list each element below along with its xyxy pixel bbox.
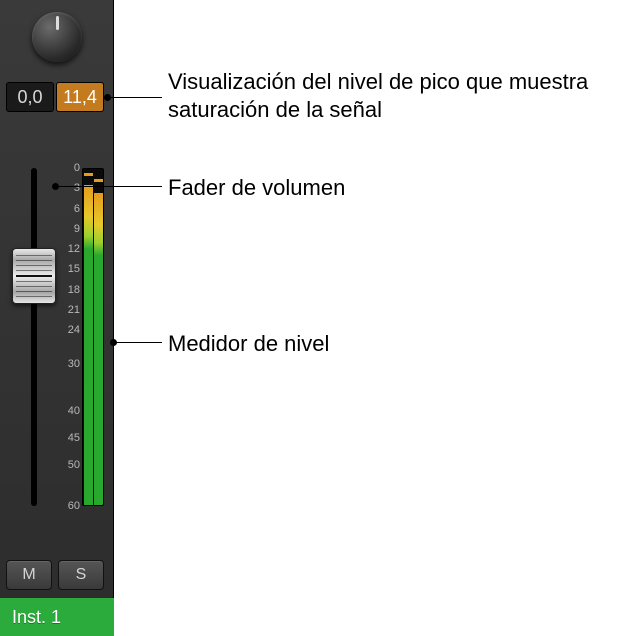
scale-21: 21 <box>68 304 80 316</box>
callout-meter: Medidor de nivel <box>168 330 329 358</box>
scale-15: 15 <box>68 263 80 275</box>
scale-40: 40 <box>68 405 80 417</box>
scale-30: 30 <box>68 358 80 370</box>
channel-strip: 0,0 11,4 0 3 6 9 12 15 18 21 24 30 40 45… <box>0 0 114 636</box>
meter-scale: 0 3 6 9 12 15 18 21 24 30 40 45 50 60 <box>58 168 80 506</box>
callout-peak: Visualización del nivel de pico que mues… <box>168 68 608 123</box>
mute-button[interactable]: M <box>6 560 52 590</box>
meter-bar-right <box>94 193 103 505</box>
mute-solo-row: M S <box>6 560 104 590</box>
scale-0: 0 <box>74 162 80 174</box>
level-meter <box>82 168 104 506</box>
scale-45: 45 <box>68 432 80 444</box>
meter-peak-right <box>94 179 103 182</box>
scale-3: 3 <box>74 182 80 194</box>
pan-knob[interactable] <box>32 12 82 62</box>
fader-cap[interactable] <box>12 248 56 304</box>
callout-fader: Fader de volumen <box>168 174 345 202</box>
scale-60: 60 <box>68 500 80 512</box>
solo-button[interactable]: S <box>58 560 104 590</box>
scale-9: 9 <box>74 223 80 235</box>
level-readouts: 0,0 11,4 <box>6 82 104 112</box>
volume-fader[interactable] <box>14 168 54 506</box>
scale-24: 24 <box>68 324 80 336</box>
scale-18: 18 <box>68 284 80 296</box>
peak-level-right-clipping[interactable]: 11,4 <box>56 82 104 112</box>
peak-level-left[interactable]: 0,0 <box>6 82 54 112</box>
callout-line-fader <box>56 186 162 187</box>
callout-line-meter <box>114 342 162 343</box>
scale-12: 12 <box>68 243 80 255</box>
fader-slot <box>31 168 37 506</box>
meter-peak-left <box>84 173 93 176</box>
track-name-label[interactable]: Inst. 1 <box>0 598 114 636</box>
scale-50: 50 <box>68 459 80 471</box>
meter-bar-left <box>84 185 93 505</box>
scale-6: 6 <box>74 203 80 215</box>
callout-line-peak <box>108 97 162 98</box>
